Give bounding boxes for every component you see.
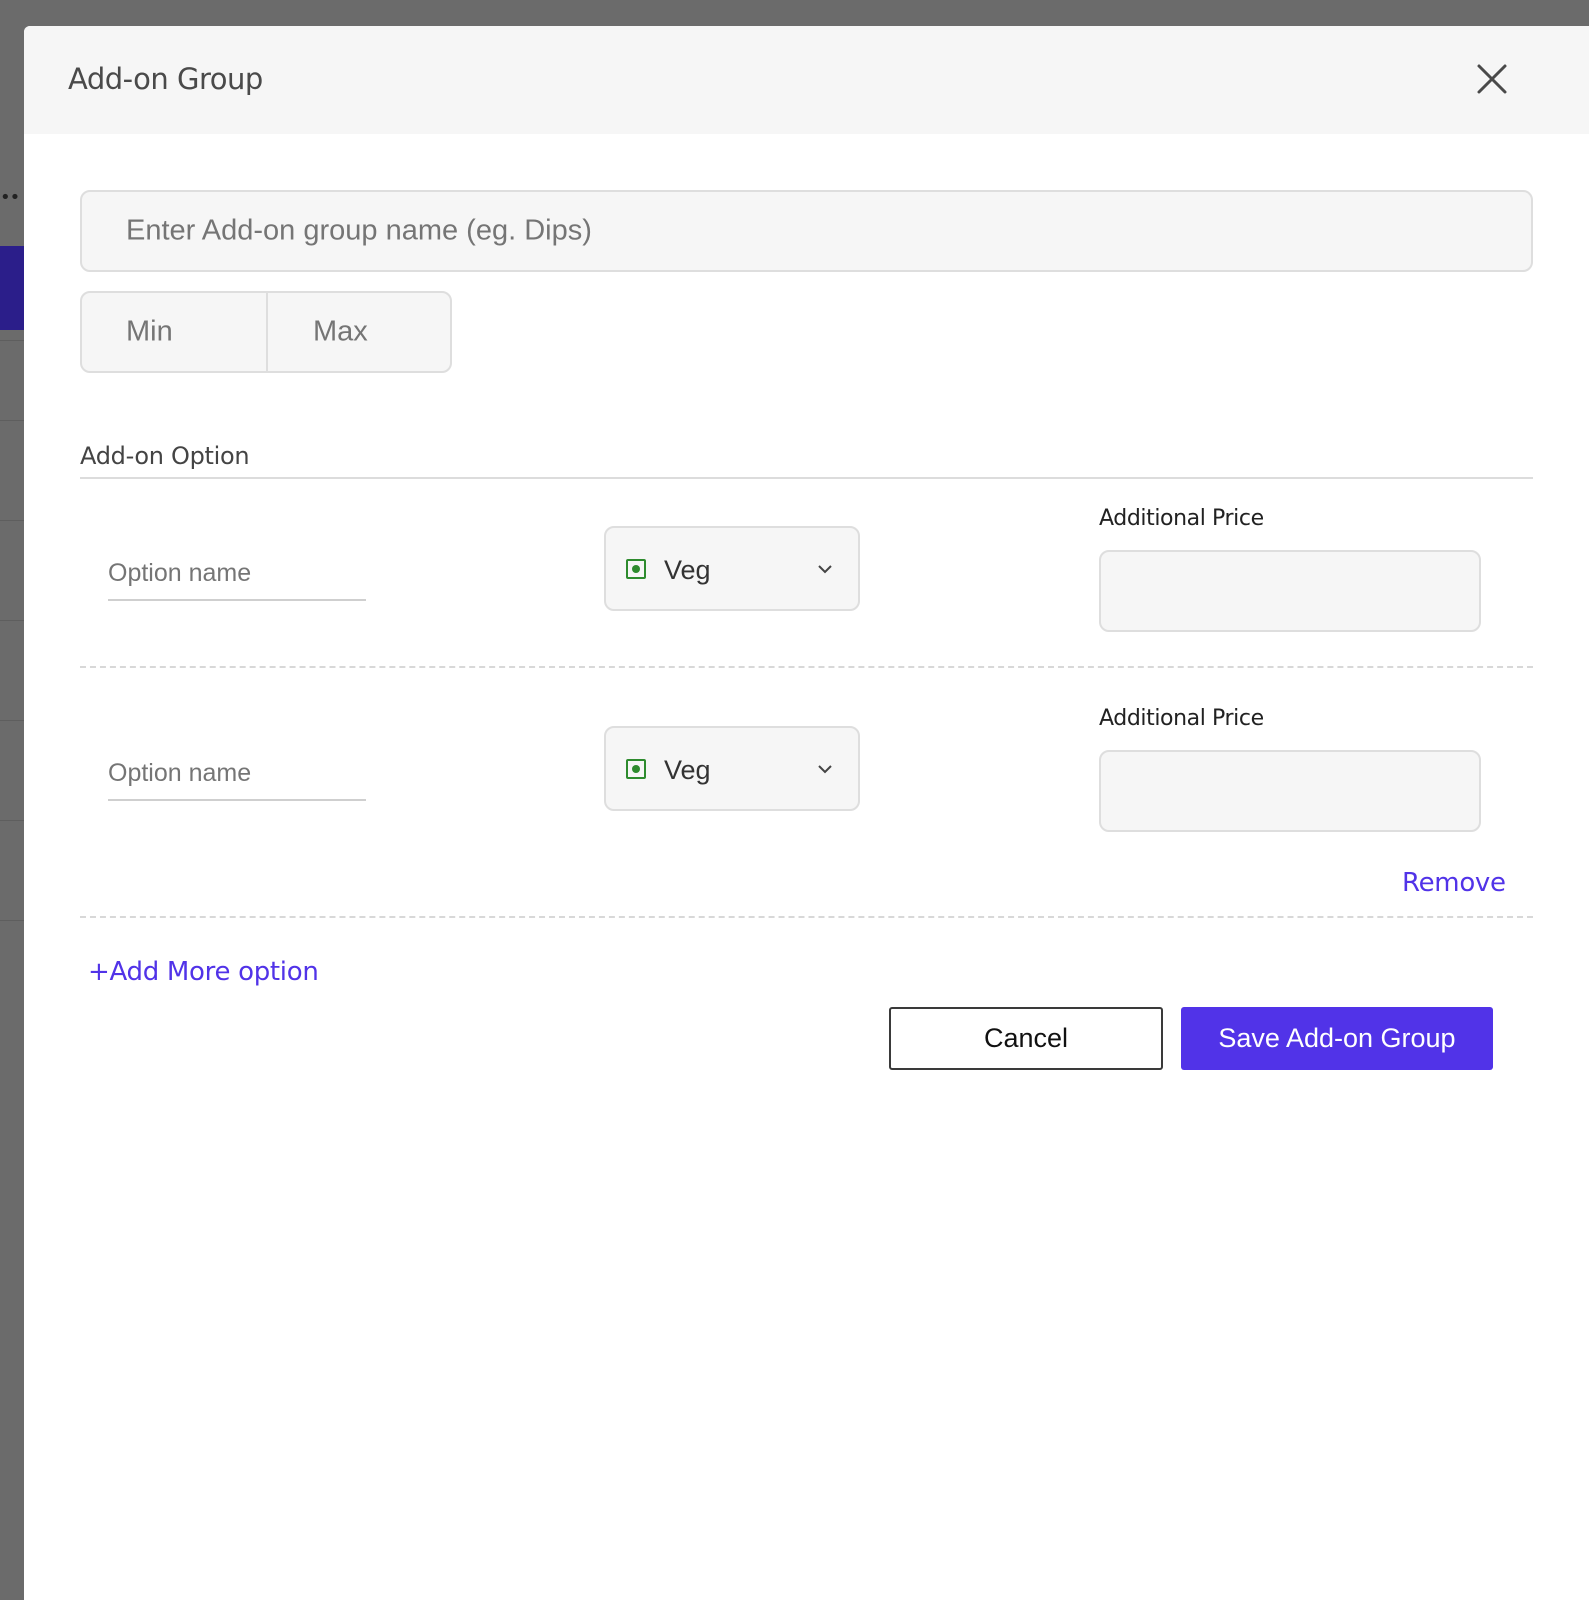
option-divider [80, 916, 1533, 918]
min-max-divider [266, 293, 268, 371]
background-divider [0, 720, 24, 721]
background-nav-highlight [0, 246, 24, 330]
group-name-input[interactable]: Enter Add-on group name (eg. Dips) [80, 190, 1533, 272]
min-max-field: Min Max [80, 291, 452, 373]
veg-icon [626, 759, 646, 779]
add-more-option-link[interactable]: +Add More option [88, 957, 319, 987]
background-divider [0, 520, 24, 521]
background-divider [0, 920, 24, 921]
background-divider [0, 420, 24, 421]
option-divider [80, 666, 1533, 668]
close-icon[interactable] [1475, 62, 1509, 96]
remove-option-link[interactable]: Remove [1402, 868, 1506, 898]
background-divider [0, 820, 24, 821]
modal-header: Add-on Group [24, 26, 1589, 134]
food-type-value: Veg [664, 755, 711, 785]
option-name-input[interactable]: Option name [108, 751, 366, 801]
chevron-down-icon [818, 565, 832, 574]
group-name-placeholder: Enter Add-on group name (eg. Dips) [126, 214, 592, 247]
option-name-placeholder: Option name [108, 759, 252, 787]
background-divider [0, 620, 24, 621]
addon-group-modal: Add-on Group Enter Add-on group name (eg… [24, 26, 1589, 1600]
section-divider [80, 477, 1533, 479]
additional-price-label: Additional Price [1099, 706, 1264, 731]
additional-price-label: Additional Price [1099, 506, 1264, 531]
background-more-icon: •• [0, 187, 20, 208]
cancel-button[interactable]: Cancel [889, 1007, 1163, 1070]
max-input[interactable]: Max [313, 316, 368, 349]
background-divider [0, 340, 24, 341]
min-input[interactable]: Min [126, 316, 173, 349]
addon-option-heading: Add-on Option [80, 442, 250, 470]
option-name-input[interactable]: Option name [108, 551, 366, 601]
veg-icon [626, 559, 646, 579]
option-name-placeholder: Option name [108, 559, 252, 587]
modal-title: Add-on Group [68, 62, 263, 96]
additional-price-input[interactable] [1099, 550, 1481, 632]
save-addon-group-button[interactable]: Save Add-on Group [1181, 1007, 1493, 1070]
food-type-select[interactable]: Veg [604, 526, 860, 611]
additional-price-input[interactable] [1099, 750, 1481, 832]
food-type-value: Veg [664, 555, 711, 585]
chevron-down-icon [818, 765, 832, 774]
food-type-select[interactable]: Veg [604, 726, 860, 811]
